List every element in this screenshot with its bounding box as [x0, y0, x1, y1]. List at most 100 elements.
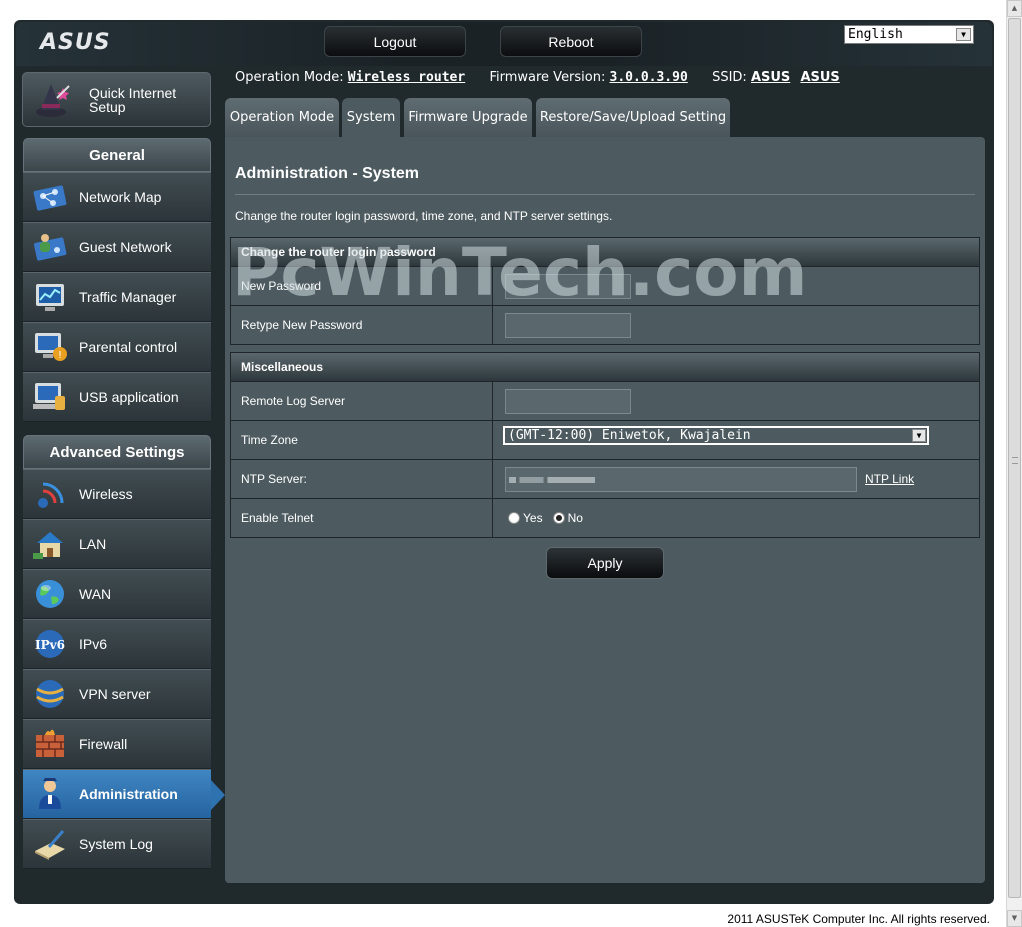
- asus-logo: ASUS: [40, 30, 111, 55]
- sidebar-item-label: Guest Network: [79, 239, 172, 255]
- quick-internet-setup-button[interactable]: Quick Internet Setup: [22, 72, 211, 127]
- dropdown-arrow-icon[interactable]: ▼: [912, 429, 926, 442]
- tab-operation-mode[interactable]: Operation Mode: [225, 98, 339, 137]
- sidebar-item-label: USB application: [79, 389, 179, 405]
- wizard-hat-icon: [36, 83, 70, 117]
- advanced-settings-menu: Advanced Settings Wireless LAN WAN IPv6: [23, 435, 225, 869]
- sidebar-item-label: LAN: [79, 536, 107, 552]
- network-map-icon: [33, 185, 67, 211]
- general-header: General: [23, 138, 211, 172]
- svg-text:IPv6: IPv6: [35, 638, 65, 652]
- reboot-button[interactable]: Reboot: [500, 26, 642, 57]
- password-section: Change the router login password New Pas…: [230, 237, 980, 345]
- page-description: Change the router login password, time z…: [235, 209, 613, 223]
- sidebar-item-firewall[interactable]: Firewall: [23, 719, 211, 769]
- ntp-server-input[interactable]: [505, 466, 857, 492]
- wan-globe-icon: [36, 580, 64, 608]
- blurred-value: [509, 476, 595, 483]
- retype-password-label: Retype New Password: [231, 306, 493, 344]
- enable-telnet-label: Enable Telnet: [231, 499, 493, 537]
- tab-firmware-upgrade[interactable]: Firmware Upgrade: [404, 98, 532, 137]
- sidebar-item-wireless[interactable]: Wireless: [23, 469, 211, 519]
- sidebar-item-label: Administration: [79, 786, 178, 802]
- password-section-header: Change the router login password: [231, 238, 979, 266]
- sidebar-item-label: Firewall: [79, 736, 128, 752]
- language-value: English: [848, 27, 903, 42]
- telnet-no-radio[interactable]: [552, 512, 565, 524]
- miscellaneous-section-header: Miscellaneous: [231, 353, 979, 381]
- time-zone-select[interactable]: (GMT-12:00) Eniwetok, Kwajalein ▼: [503, 426, 929, 445]
- wireless-icon: [38, 482, 64, 508]
- title-divider: [235, 194, 975, 195]
- telnet-yes-radio[interactable]: [508, 512, 520, 524]
- administration-icon: [39, 778, 61, 809]
- logout-button[interactable]: Logout: [324, 26, 466, 57]
- remote-log-input[interactable]: [505, 388, 631, 414]
- sidebar-item-ipv6[interactable]: IPv6 IPv6: [23, 619, 211, 669]
- general-menu: General Network Map Guest Network Traffi…: [23, 138, 211, 422]
- ssid-link-1[interactable]: ASUS: [751, 70, 790, 85]
- page-title: Administration - System: [235, 165, 420, 182]
- telnet-no-label: No: [567, 511, 583, 525]
- ntp-server-label: NTP Server:: [231, 460, 493, 498]
- firmware-version-link[interactable]: 3.0.0.3.90: [610, 70, 688, 85]
- sidebar-item-label: IPv6: [79, 636, 108, 652]
- sidebar-item-label: Wireless: [79, 486, 133, 502]
- time-zone-label: Time Zone: [231, 421, 493, 459]
- scroll-down-arrow-icon[interactable]: ▼: [1007, 910, 1022, 927]
- grip-icon: [1012, 457, 1018, 464]
- sidebar-item-label: System Log: [79, 836, 153, 852]
- sidebar-item-network-map[interactable]: Network Map: [23, 172, 211, 222]
- sidebar-item-system-log[interactable]: System Log: [23, 819, 211, 869]
- parental-control-icon: !: [35, 333, 67, 361]
- new-password-input[interactable]: [505, 273, 631, 299]
- operation-mode-label: Operation Mode:: [235, 70, 344, 85]
- sidebar-item-label: VPN server: [79, 686, 151, 702]
- operation-mode-link[interactable]: Wireless router: [348, 70, 465, 85]
- sidebar-item-label: Parental control: [79, 339, 178, 355]
- scrollbar-thumb[interactable]: [1008, 18, 1021, 898]
- miscellaneous-section: Miscellaneous Remote Log Server Time Zon…: [230, 352, 980, 538]
- remote-log-label: Remote Log Server: [231, 382, 493, 420]
- dropdown-arrow-icon[interactable]: ▼: [956, 28, 971, 41]
- retype-password-input[interactable]: [505, 312, 631, 338]
- status-bar: Operation Mode: Wireless router Firmware…: [235, 70, 840, 88]
- vpn-server-icon: [36, 680, 64, 708]
- sidebar-item-traffic-manager[interactable]: Traffic Manager: [23, 272, 211, 322]
- sidebar-item-usb-application[interactable]: USB application: [23, 372, 211, 422]
- tab-restore-save-upload[interactable]: Restore/Save/Upload Setting: [536, 98, 730, 137]
- system-log-icon: [35, 830, 65, 860]
- sidebar-item-administration[interactable]: Administration: [23, 769, 225, 819]
- svg-text:!: !: [58, 350, 62, 361]
- remote-log-row: Remote Log Server: [231, 381, 979, 420]
- traffic-manager-icon: [36, 284, 64, 311]
- time-zone-value: (GMT-12:00) Eniwetok, Kwajalein: [508, 428, 751, 443]
- apply-button[interactable]: Apply: [546, 547, 664, 579]
- lan-icon: [33, 532, 63, 559]
- sidebar-item-vpn-server[interactable]: VPN server: [23, 669, 211, 719]
- sidebar-item-label: Network Map: [79, 189, 162, 205]
- usb-application-icon: [33, 383, 65, 410]
- language-select[interactable]: English ▼: [844, 25, 974, 44]
- firmware-label: Firmware Version:: [489, 70, 606, 85]
- copyright-footer: 2011 ASUSTeK Computer Inc. All rights re…: [727, 912, 990, 926]
- telnet-yes-label: Yes: [523, 511, 543, 525]
- sidebar-item-guest-network[interactable]: Guest Network: [23, 222, 211, 272]
- sidebar-item-parental-control[interactable]: ! Parental control: [23, 322, 211, 372]
- scroll-up-arrow-icon[interactable]: ▲: [1007, 0, 1022, 17]
- tab-system[interactable]: System: [342, 98, 400, 137]
- sidebar-item-label: WAN: [79, 586, 112, 602]
- sidebar-item-wan[interactable]: WAN: [23, 569, 211, 619]
- guest-network-icon: [34, 234, 67, 261]
- ssid-label: SSID:: [712, 70, 747, 85]
- ipv6-icon: IPv6: [35, 630, 65, 658]
- ntp-server-row: NTP Server: NTP Link: [231, 459, 979, 498]
- firewall-icon: [36, 729, 64, 757]
- enable-telnet-row: Enable Telnet Yes No: [231, 498, 979, 537]
- ssid-link-2[interactable]: ASUS: [800, 70, 839, 85]
- sidebar-item-label: Traffic Manager: [79, 289, 177, 305]
- page-scrollbar[interactable]: ▲ ▼: [1006, 0, 1022, 927]
- sidebar-item-lan[interactable]: LAN: [23, 519, 211, 569]
- advanced-settings-header: Advanced Settings: [23, 435, 211, 469]
- ntp-link[interactable]: NTP Link: [865, 472, 914, 486]
